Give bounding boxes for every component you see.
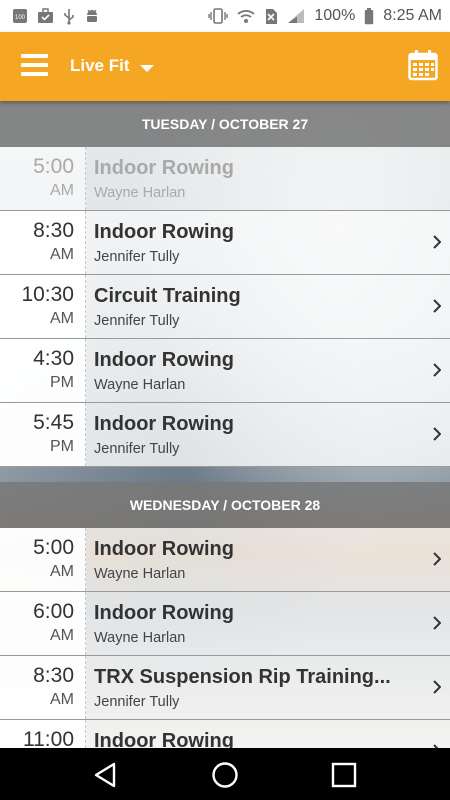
class-name: Indoor Rowing: [94, 157, 234, 179]
chevron-right-icon: [433, 680, 441, 694]
app-title: Live Fit: [70, 56, 130, 75]
chevron-right-icon: [433, 235, 441, 249]
chevron-right-icon: [433, 616, 441, 630]
chevron-right-icon: [433, 552, 441, 566]
day-header: WEDNESDAY / OCTOBER 28: [0, 482, 450, 528]
class-row[interactable]: 8:30 AM Indoor Rowing Jennifer Tully: [0, 211, 450, 275]
class-name: TRX Suspension Rip Training...: [94, 666, 391, 688]
class-instructor: Jennifer Tully: [94, 441, 180, 457]
class-row[interactable]: 5:00 AM Indoor Rowing Wayne Harlan: [0, 147, 450, 211]
class-time: 6:00: [33, 600, 74, 623]
app-bar: Live Fit: [0, 32, 450, 101]
class-ampm: AM: [50, 310, 74, 327]
location-selector[interactable]: Live Fit: [70, 56, 154, 76]
class-time: 8:30: [33, 219, 74, 242]
class-time: 10:30: [21, 283, 74, 306]
class-row[interactable]: 5:45 PM Indoor Rowing Jennifer Tully: [0, 403, 450, 467]
class-row[interactable]: 4:30 PM Indoor Rowing Wayne Harlan: [0, 339, 450, 403]
class-row[interactable]: 8:30 AM TRX Suspension Rip Training... J…: [0, 656, 450, 720]
class-row[interactable]: 10:30 AM Circuit Training Jennifer Tully: [0, 275, 450, 339]
class-row[interactable]: 5:00 AM Indoor Rowing Wayne Harlan: [0, 528, 450, 592]
clock: 8:25 AM: [383, 7, 442, 24]
signal-icon: [288, 9, 305, 23]
class-ampm: AM: [50, 563, 74, 580]
class-time: 5:00: [33, 536, 74, 559]
battery-percent: 100%: [314, 7, 356, 24]
class-ampm: PM: [50, 374, 74, 391]
recents-icon[interactable]: [330, 761, 358, 789]
class-time: 8:30: [33, 664, 74, 687]
back-icon[interactable]: [92, 761, 120, 789]
status-right-icons: 100% 8:25 AM: [208, 7, 442, 25]
class-ampm: AM: [50, 182, 74, 199]
menu-icon[interactable]: [21, 54, 48, 76]
class-name: Indoor Rowing: [94, 602, 234, 624]
dropdown-caret-icon: [139, 65, 154, 72]
class-instructor: Wayne Harlan: [94, 185, 186, 201]
class-ampm: AM: [50, 246, 74, 263]
class-name: Circuit Training: [94, 285, 241, 307]
navigation-bar: [0, 748, 450, 800]
vibrate-icon: [208, 8, 229, 24]
wifi-icon: [237, 10, 255, 23]
class-instructor: Wayne Harlan: [94, 630, 186, 646]
home-icon[interactable]: [211, 761, 239, 789]
android-icon: [87, 9, 97, 22]
class-name: Indoor Rowing: [94, 413, 234, 435]
class-ampm: PM: [50, 438, 74, 455]
class-name: Indoor Rowing: [94, 221, 234, 243]
class-name: Indoor Rowing: [94, 538, 234, 560]
usb-icon: [64, 8, 74, 25]
class-name: Indoor Rowing: [94, 349, 234, 371]
briefcase-check-icon: [38, 8, 53, 23]
chevron-right-icon: [433, 427, 441, 441]
class-instructor: Jennifer Tully: [94, 694, 180, 710]
class-time: 5:45: [33, 411, 74, 434]
class-ampm: AM: [50, 627, 74, 644]
day-header: TUESDAY / OCTOBER 27: [0, 101, 450, 147]
class-instructor: Wayne Harlan: [94, 566, 186, 582]
svg-text:100: 100: [15, 15, 26, 21]
no-sim-icon: [266, 8, 278, 24]
class-time: 5:00: [33, 155, 74, 178]
status-left-icons: 100: [12, 8, 100, 25]
class-row[interactable]: 6:00 AM Indoor Rowing Wayne Harlan: [0, 592, 450, 656]
class-instructor: Wayne Harlan: [94, 377, 186, 393]
class-instructor: Jennifer Tully: [94, 249, 180, 265]
calendar-icon[interactable]: [408, 49, 438, 81]
tally-100-icon: 100: [13, 9, 27, 23]
chevron-right-icon: [433, 363, 441, 377]
class-instructor: Jennifer Tully: [94, 313, 180, 329]
class-ampm: AM: [50, 691, 74, 708]
chevron-right-icon: [433, 299, 441, 313]
status-bar: 100 100% 8:25 AM: [0, 0, 450, 32]
battery-icon: [365, 7, 374, 24]
class-time: 4:30: [33, 347, 74, 370]
